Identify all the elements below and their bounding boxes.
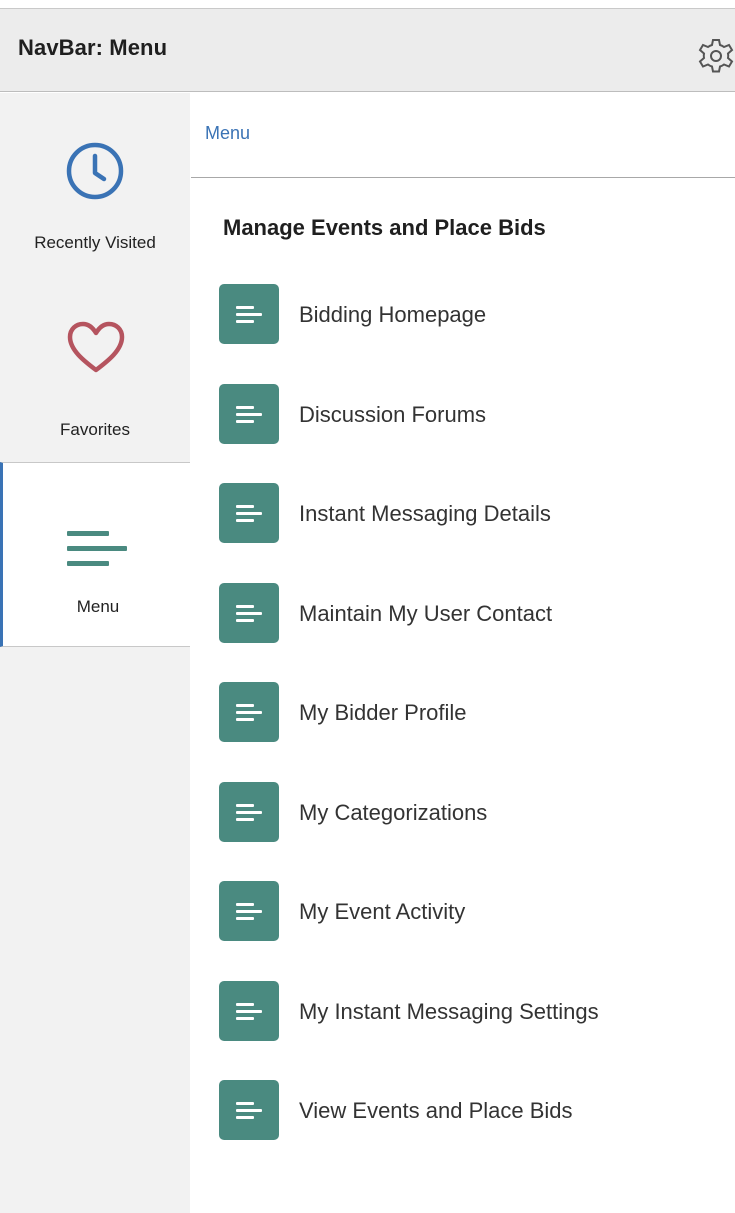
heart-icon	[66, 321, 126, 380]
menu-item-instant-messaging-details[interactable]: Instant Messaging Details	[219, 483, 735, 583]
menu-item-label: Instant Messaging Details	[299, 501, 551, 526]
document-lines-icon	[219, 483, 279, 543]
menu-content: Menu Manage Events and Place Bids Biddin…	[191, 93, 735, 1213]
navbar-header: NavBar: Menu	[0, 8, 735, 92]
header-title: NavBar: Menu	[18, 35, 168, 60]
navbar-sidebar: Recently Visited Favorites Menu	[0, 93, 190, 1213]
document-lines-icon	[219, 284, 279, 344]
menu-item-label: My Categorizations	[299, 799, 488, 825]
document-lines-icon	[219, 383, 279, 444]
sidebar-item-label: Favorites	[60, 420, 130, 439]
breadcrumb[interactable]: Menu	[205, 123, 250, 144]
menu-item-my-instant-messaging-settings[interactable]: My Instant Messaging Settings	[219, 980, 735, 1081]
sidebar-item-menu[interactable]: Menu	[0, 462, 190, 647]
menu-item-label: Bidding Homepage	[299, 302, 487, 327]
menu-item-my-categorizations[interactable]: My Categorizations	[219, 781, 735, 882]
menu-item-label: My Bidder Profile	[299, 700, 467, 725]
document-lines-icon	[219, 980, 279, 1041]
menu-item-discussion-forums[interactable]: Discussion Forums	[219, 383, 735, 484]
menu-item-my-bidder-profile[interactable]: My Bidder Profile	[219, 682, 735, 782]
menu-item-label: Maintain My User Contact	[299, 600, 553, 626]
menu-item-label: View Events and Place Bids	[299, 1098, 573, 1123]
section-title: Manage Events and Place Bids	[223, 215, 546, 240]
menu-item-label: Discussion Forums	[299, 401, 487, 427]
clock-icon	[66, 142, 124, 205]
menu-list: Bidding Homepage Discussion Forums Insta…	[219, 284, 735, 1180]
menu-lines-icon	[65, 529, 129, 574]
divider	[191, 177, 735, 178]
document-lines-icon	[219, 582, 279, 643]
sidebar-item-favorites[interactable]: Favorites	[0, 279, 190, 462]
menu-item-my-event-activity[interactable]: My Event Activity	[219, 881, 735, 981]
document-lines-icon	[219, 1080, 279, 1140]
menu-item-bidding-homepage[interactable]: Bidding Homepage	[219, 284, 735, 384]
menu-item-label: My Event Activity	[299, 899, 466, 924]
sidebar-item-label: Menu	[76, 597, 120, 616]
menu-item-label: My Instant Messaging Settings	[299, 998, 599, 1024]
document-lines-icon	[219, 682, 279, 742]
document-lines-icon	[219, 781, 279, 842]
menu-item-view-events-and-place-bids[interactable]: View Events and Place Bids	[219, 1080, 735, 1180]
sidebar-item-label: Recently Visited	[34, 233, 156, 252]
document-lines-icon	[219, 881, 279, 941]
gear-icon[interactable]	[697, 37, 735, 75]
sidebar-item-recently-visited[interactable]: Recently Visited	[0, 93, 190, 279]
menu-item-maintain-my-user-contact[interactable]: Maintain My User Contact	[219, 582, 735, 683]
